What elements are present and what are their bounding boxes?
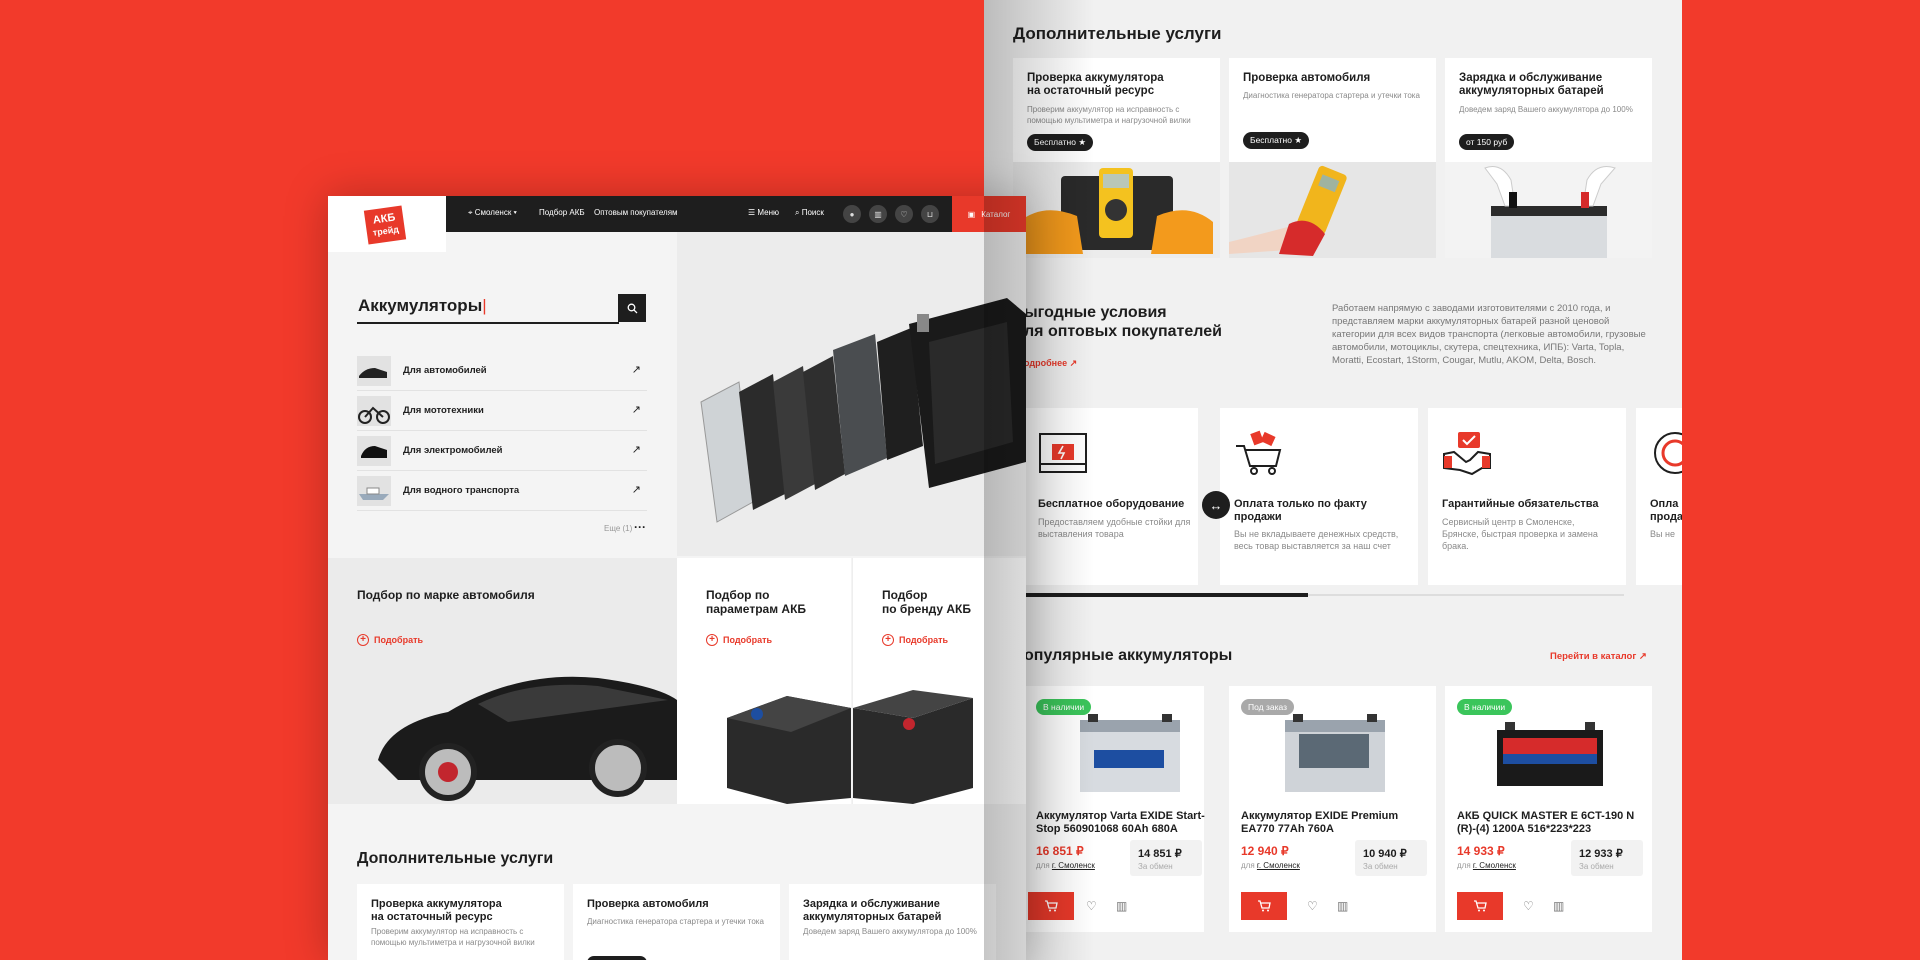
nav-pick-akb[interactable]: Подбор АКБ [539, 208, 585, 217]
price: 14 933 ₽ [1457, 844, 1505, 858]
compare-icon[interactable]: ▥ [869, 205, 887, 223]
nav-wholesale[interactable]: Оптовым покупателям [594, 208, 678, 217]
city-selector[interactable]: ⌖ Смоленск ▾ [468, 208, 517, 218]
add-to-cart-button[interactable] [1241, 892, 1287, 920]
search-submit-button[interactable] [618, 294, 646, 322]
exchange-price-box: 12 933 ₽ За обмен [1571, 840, 1643, 876]
more-dots-icon[interactable]: ··· [634, 520, 646, 534]
boat-thumb [357, 476, 391, 506]
car-image [378, 676, 677, 801]
battery-image [1080, 714, 1180, 792]
cart-icon [1474, 900, 1487, 912]
cart-icon [1258, 900, 1271, 912]
services-title: Дополнительные услуги [1013, 24, 1222, 43]
carousel-scroll-thumb[interactable] [1024, 593, 1308, 597]
pick-button[interactable]: + Подобрать [706, 634, 772, 646]
charging-image [1445, 162, 1652, 258]
service-card-battery-check[interactable]: Проверка аккумулятора на остаточный ресур… [357, 884, 564, 960]
plus-circle-icon: + [706, 634, 718, 646]
price: 12 940 ₽ [1241, 844, 1289, 858]
wholesale-title: ыгодные условия ля оптовых покупателей [1024, 304, 1222, 340]
favorite-icon[interactable]: ♡ [1523, 899, 1534, 913]
logo-area[interactable]: АКБ трейд [328, 196, 446, 252]
category-electric[interactable]: Для электромобилей ↗ [357, 432, 647, 471]
search-input[interactable]: Аккумуляторы| [358, 296, 487, 316]
compare-icon[interactable]: ▥ [1337, 899, 1348, 913]
pick-by-params-block[interactable]: Подбор по параметрам АКБ + Подобрать [677, 558, 851, 804]
exchange-price-box: 14 851 ₽ За обмен [1130, 840, 1202, 876]
cart-icon [1236, 430, 1282, 475]
location: для г. Смоленск [1036, 861, 1095, 870]
wholesale-more-link[interactable]: одробнее ↗ [1024, 358, 1077, 369]
category-water[interactable]: Для водного транспорта ↗ [357, 472, 647, 511]
battery-image [727, 696, 851, 804]
advantage-card-payment: Оплата только по факту продажи Вы не вкла… [1220, 408, 1418, 585]
menu-button[interactable]: ☰ Меню [748, 208, 779, 217]
battery-image [1497, 722, 1603, 786]
calendar-icon: ▣ [967, 209, 976, 219]
service-card-car-check[interactable]: Проверка автомобиля Диагностика генерато… [1229, 58, 1436, 258]
category-cars[interactable]: Для автомобилей ↗ [357, 352, 647, 391]
free-badge: Бесплатно ★ [1243, 132, 1309, 149]
go-to-catalog-link[interactable]: Перейти в каталог ↗ [1550, 651, 1647, 662]
arrow-up-right-icon: ↗ [631, 404, 641, 416]
battery-image [1285, 714, 1385, 792]
service-card-car-check[interactable]: Проверка автомобиля Диагностика генерато… [573, 884, 780, 960]
arrow-up-right-icon: ↗ [631, 484, 641, 496]
compare-icon[interactable]: ▥ [1116, 899, 1127, 913]
service-card-charging[interactable]: Зарядка и обслуживание аккумуляторных бат… [789, 884, 996, 960]
pick-by-brand-block[interactable]: Подбор по бренду АКБ + Подобрать [852, 558, 1026, 804]
add-to-cart-button[interactable] [1028, 892, 1074, 920]
pick-by-car-block[interactable]: Подбор по марке автомобиля + Подобрать [328, 558, 677, 804]
battery-exploded-image [677, 232, 1026, 556]
gauge-icon [1654, 432, 1682, 474]
handshake-icon [1443, 432, 1491, 476]
price-badge: от 150 руб [1459, 134, 1515, 150]
location: для г. Смоленск [1241, 861, 1300, 870]
catalog-button[interactable]: ▣ Каталог [952, 196, 1026, 232]
cart-icon [1045, 900, 1058, 912]
arrow-up-right-icon: ↗ [631, 444, 641, 456]
advantage-card-warranty: Гарантийные обязательства Сервисный цент… [1428, 408, 1626, 585]
service-card-charging[interactable]: Зарядка и обслуживание аккумуляторных бат… [1445, 58, 1652, 258]
extra-services-title: Дополнительные услуги [357, 850, 554, 867]
heart-icon[interactable]: ♡ [895, 205, 913, 223]
carousel-arrows-button[interactable]: ↔ [1202, 491, 1230, 519]
compare-icon[interactable]: ▥ [1553, 899, 1564, 913]
back-page-mockup: Дополнительные услуги Проверка аккумулят… [984, 0, 1682, 960]
ev-thumb [357, 436, 391, 466]
rack-icon [1039, 433, 1087, 473]
popular-title: опулярные аккумуляторы [1024, 647, 1233, 664]
pick-button[interactable]: + Подобрать [882, 634, 948, 646]
category-moto[interactable]: Для мототехники ↗ [357, 392, 647, 431]
car-thumb [357, 356, 391, 386]
multimeter-image [1013, 162, 1220, 258]
product-card[interactable]: В наличии АКБ QUICK MASTER E 6CT-190 N (R… [1445, 686, 1652, 932]
search-button[interactable]: ⌕ Поиск [795, 208, 824, 218]
advantage-card-cut: Опла прода Вы не [1636, 408, 1682, 585]
battery-image [853, 690, 973, 804]
advantage-card-equipment: Бесплатное оборудование Предоставляем уд… [1024, 408, 1198, 585]
tester-image [1229, 162, 1436, 258]
logo: АКБ трейд [363, 205, 407, 245]
exchange-price-box: 10 940 ₽ За обмен [1355, 840, 1427, 876]
product-card[interactable]: Под заказ Аккумулятор EXIDE Premium EA770… [1229, 686, 1436, 932]
moto-thumb [357, 396, 391, 426]
user-icon[interactable]: ● [843, 205, 861, 223]
favorite-icon[interactable]: ♡ [1086, 899, 1097, 913]
price: 16 851 ₽ [1036, 844, 1084, 858]
front-page-mockup: ⌖ Смоленск ▾ Подбор АКБ Оптовым покупате… [328, 196, 1026, 960]
product-card[interactable]: В наличии Аккумулятор Varta EXIDE Start-… [1024, 686, 1205, 932]
favorite-icon[interactable]: ♡ [1307, 899, 1318, 913]
wholesale-text: Работаем напрямую с заводами изготовител… [1332, 303, 1646, 366]
free-badge: Бесплатно ★ [1027, 134, 1093, 151]
location: для г. Смоленск [1457, 861, 1516, 870]
service-card-battery-check[interactable]: Проверка аккумулятора на остаточный ресур… [1013, 58, 1220, 258]
cart-icon[interactable]: ⊔ [921, 205, 939, 223]
more-categories-link[interactable]: Еще (1) [604, 524, 632, 533]
arrow-up-right-icon: ↗ [631, 364, 641, 376]
add-to-cart-button[interactable] [1457, 892, 1503, 920]
search-icon [627, 303, 637, 313]
plus-circle-icon: + [882, 634, 894, 646]
